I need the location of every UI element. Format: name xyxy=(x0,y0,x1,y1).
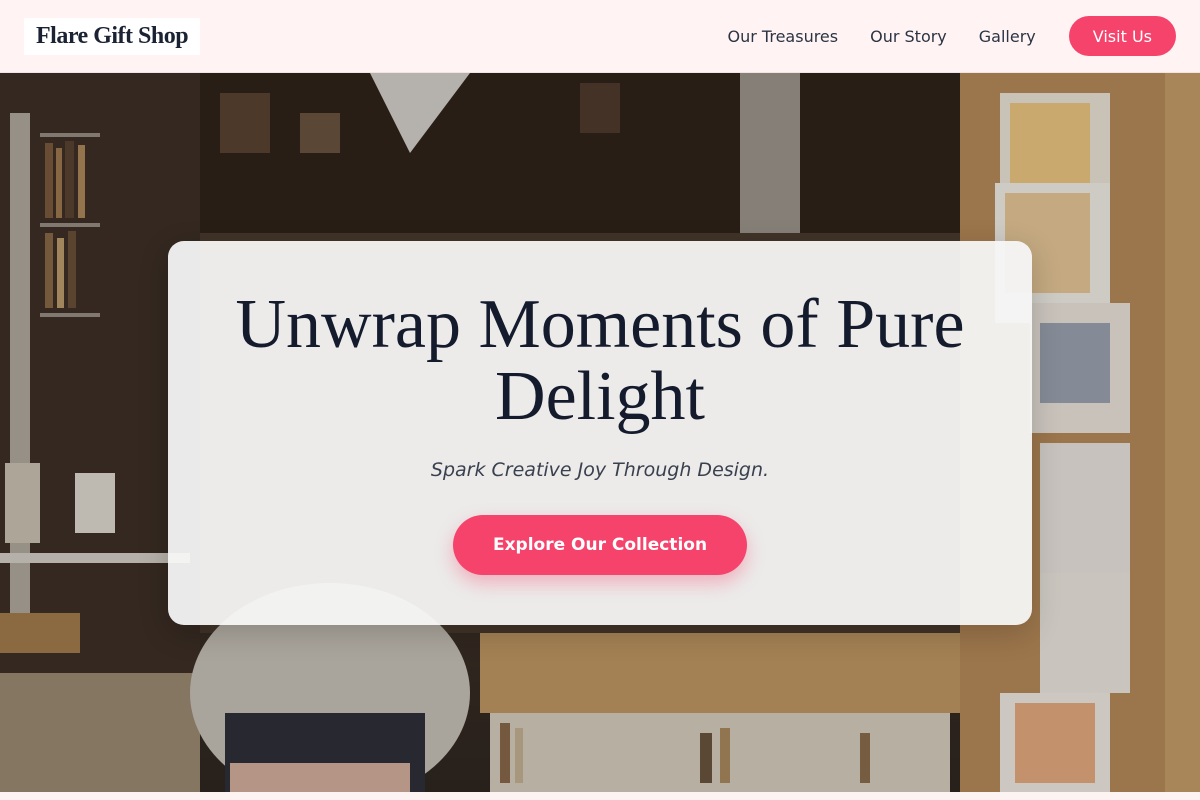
hero-tagline: Spark Creative Joy Through Design. xyxy=(430,459,770,481)
visit-us-button[interactable]: Visit Us xyxy=(1068,16,1176,56)
nav-link-our-treasures[interactable]: Our Treasures xyxy=(728,27,839,46)
hero-headline: Unwrap Moments of Pure Delight xyxy=(235,286,965,435)
main-nav: Our Treasures Our Story Gallery Visit Us xyxy=(696,16,1176,56)
hero-section: Unwrap Moments of Pure Delight Spark Cre… xyxy=(0,73,1200,792)
site-header: Flare Gift Shop Our Treasures Our Story … xyxy=(0,0,1200,73)
explore-collection-button[interactable]: Explore Our Collection xyxy=(452,515,748,575)
logo[interactable]: Flare Gift Shop xyxy=(24,17,201,55)
page-bottom-strip xyxy=(0,792,1200,800)
hero-card: Unwrap Moments of Pure Delight Spark Cre… xyxy=(168,241,1032,625)
nav-link-our-story[interactable]: Our Story xyxy=(870,27,947,46)
nav-link-gallery[interactable]: Gallery xyxy=(979,27,1036,46)
